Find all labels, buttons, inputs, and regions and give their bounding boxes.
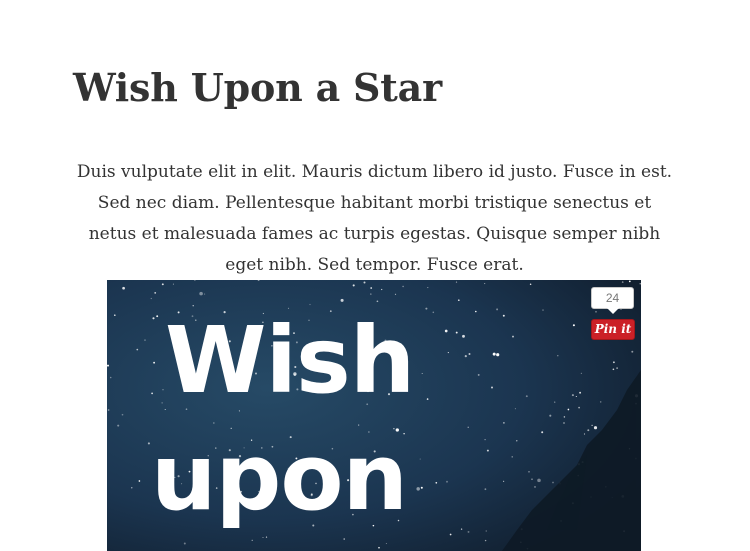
hero-word-upon: upon xyxy=(151,424,408,531)
hero-word-wish: Wish xyxy=(165,307,415,414)
post-title: Wish Upon a Star xyxy=(73,65,442,110)
pin-count-bubble: 24 xyxy=(591,287,634,314)
featured-image: Wish upon 24 Pin it xyxy=(107,280,641,551)
featured-image-caption: Wish upon xyxy=(107,280,641,551)
post-body-text: Duis vulputate elit in elit. Mauris dict… xyxy=(76,162,673,275)
pin-it-button[interactable]: Pin it xyxy=(591,319,635,340)
